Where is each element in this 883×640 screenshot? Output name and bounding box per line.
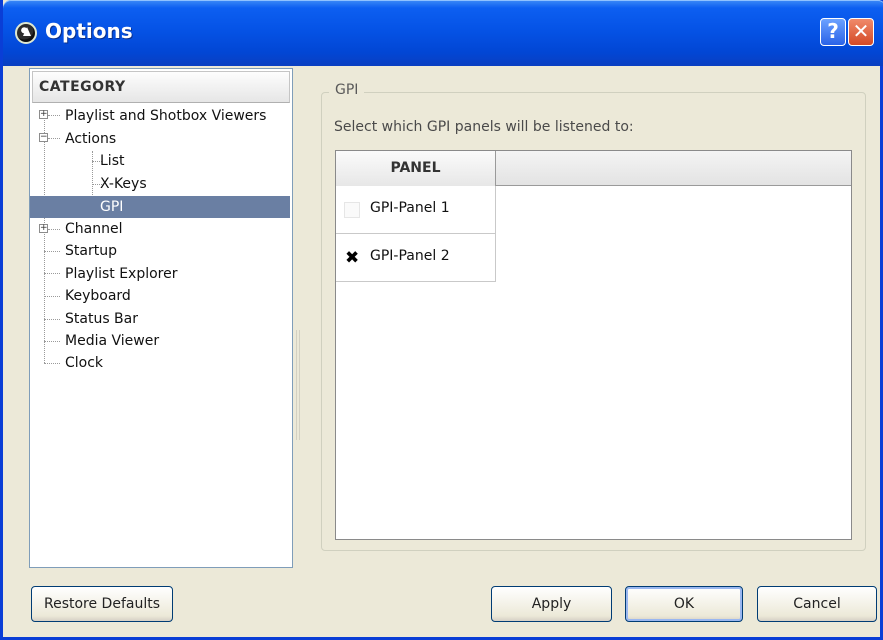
app-logo-icon bbox=[15, 22, 37, 44]
tree-item-media-viewer[interactable]: Media Viewer bbox=[65, 330, 159, 352]
gpi-panel-table: PANEL GPI-Panel 1 ✖ GPI-Panel 2 bbox=[335, 150, 852, 540]
tree-item-keyboard[interactable]: Keyboard bbox=[65, 285, 131, 307]
group-title: GPI bbox=[329, 82, 365, 98]
panel-1-label: GPI-Panel 1 bbox=[370, 200, 450, 216]
expand-icon[interactable]: + bbox=[39, 110, 48, 119]
tree-guide-line bbox=[44, 341, 60, 342]
ok-button[interactable]: OK bbox=[625, 586, 743, 622]
options-dialog: Options ? ✕ CATEGORY + Playlist and Shot… bbox=[0, 0, 883, 640]
instruction-text: Select which GPI panels will be listened… bbox=[334, 119, 634, 135]
help-button[interactable]: ? bbox=[820, 18, 846, 46]
apply-button[interactable]: Apply bbox=[491, 586, 612, 622]
window-title: Options bbox=[45, 19, 133, 43]
expand-icon[interactable]: + bbox=[39, 224, 48, 233]
close-button[interactable]: ✕ bbox=[848, 18, 874, 46]
category-tree[interactable]: CATEGORY + Playlist and Shotbox Viewers … bbox=[29, 68, 293, 568]
tree-guide-line bbox=[44, 117, 45, 363]
category-header: CATEGORY bbox=[32, 71, 290, 103]
tree-item-status-bar[interactable]: Status Bar bbox=[65, 308, 138, 330]
tree-item-playlist-shotbox-viewers[interactable]: Playlist and Shotbox Viewers bbox=[65, 105, 266, 127]
tree-item-gpi[interactable]: GPI bbox=[30, 196, 290, 218]
tree-guide-line bbox=[48, 229, 60, 230]
cancel-button[interactable]: Cancel bbox=[757, 586, 877, 622]
tree-guide-line bbox=[44, 273, 60, 274]
tree-guide-line bbox=[48, 115, 60, 116]
tree-item-playlist-explorer[interactable]: Playlist Explorer bbox=[65, 263, 178, 285]
tree-item-actions[interactable]: Actions bbox=[65, 128, 116, 150]
panel-2-label: GPI-Panel 2 bbox=[370, 248, 450, 264]
tree-item-list[interactable]: List bbox=[100, 150, 124, 172]
tree-guide-line bbox=[48, 138, 60, 139]
table-row[interactable]: GPI-Panel 1 bbox=[336, 186, 496, 234]
restore-defaults-button[interactable]: Restore Defaults bbox=[31, 586, 173, 622]
panel-splitter[interactable] bbox=[296, 330, 300, 440]
tree-guide-line bbox=[44, 251, 60, 252]
tree-item-channel[interactable]: Channel bbox=[65, 218, 122, 240]
tree-guide-line bbox=[44, 296, 60, 297]
tree-guide-line bbox=[44, 363, 60, 364]
title-bar[interactable]: Options ? ✕ bbox=[3, 0, 883, 66]
tree-item-clock[interactable]: Clock bbox=[65, 352, 103, 374]
collapse-icon[interactable]: − bbox=[39, 133, 48, 142]
tree-guide-line bbox=[44, 319, 60, 320]
panel-2-checkbox[interactable]: ✖ bbox=[344, 250, 360, 267]
column-header-panel[interactable]: PANEL bbox=[336, 151, 496, 186]
tree-item-x-keys[interactable]: X-Keys bbox=[100, 173, 147, 195]
table-row[interactable]: ✖ GPI-Panel 2 bbox=[336, 234, 496, 282]
category-header-label: CATEGORY bbox=[39, 79, 126, 95]
tree-item-startup[interactable]: Startup bbox=[65, 240, 117, 262]
panel-1-checkbox[interactable] bbox=[344, 202, 360, 218]
